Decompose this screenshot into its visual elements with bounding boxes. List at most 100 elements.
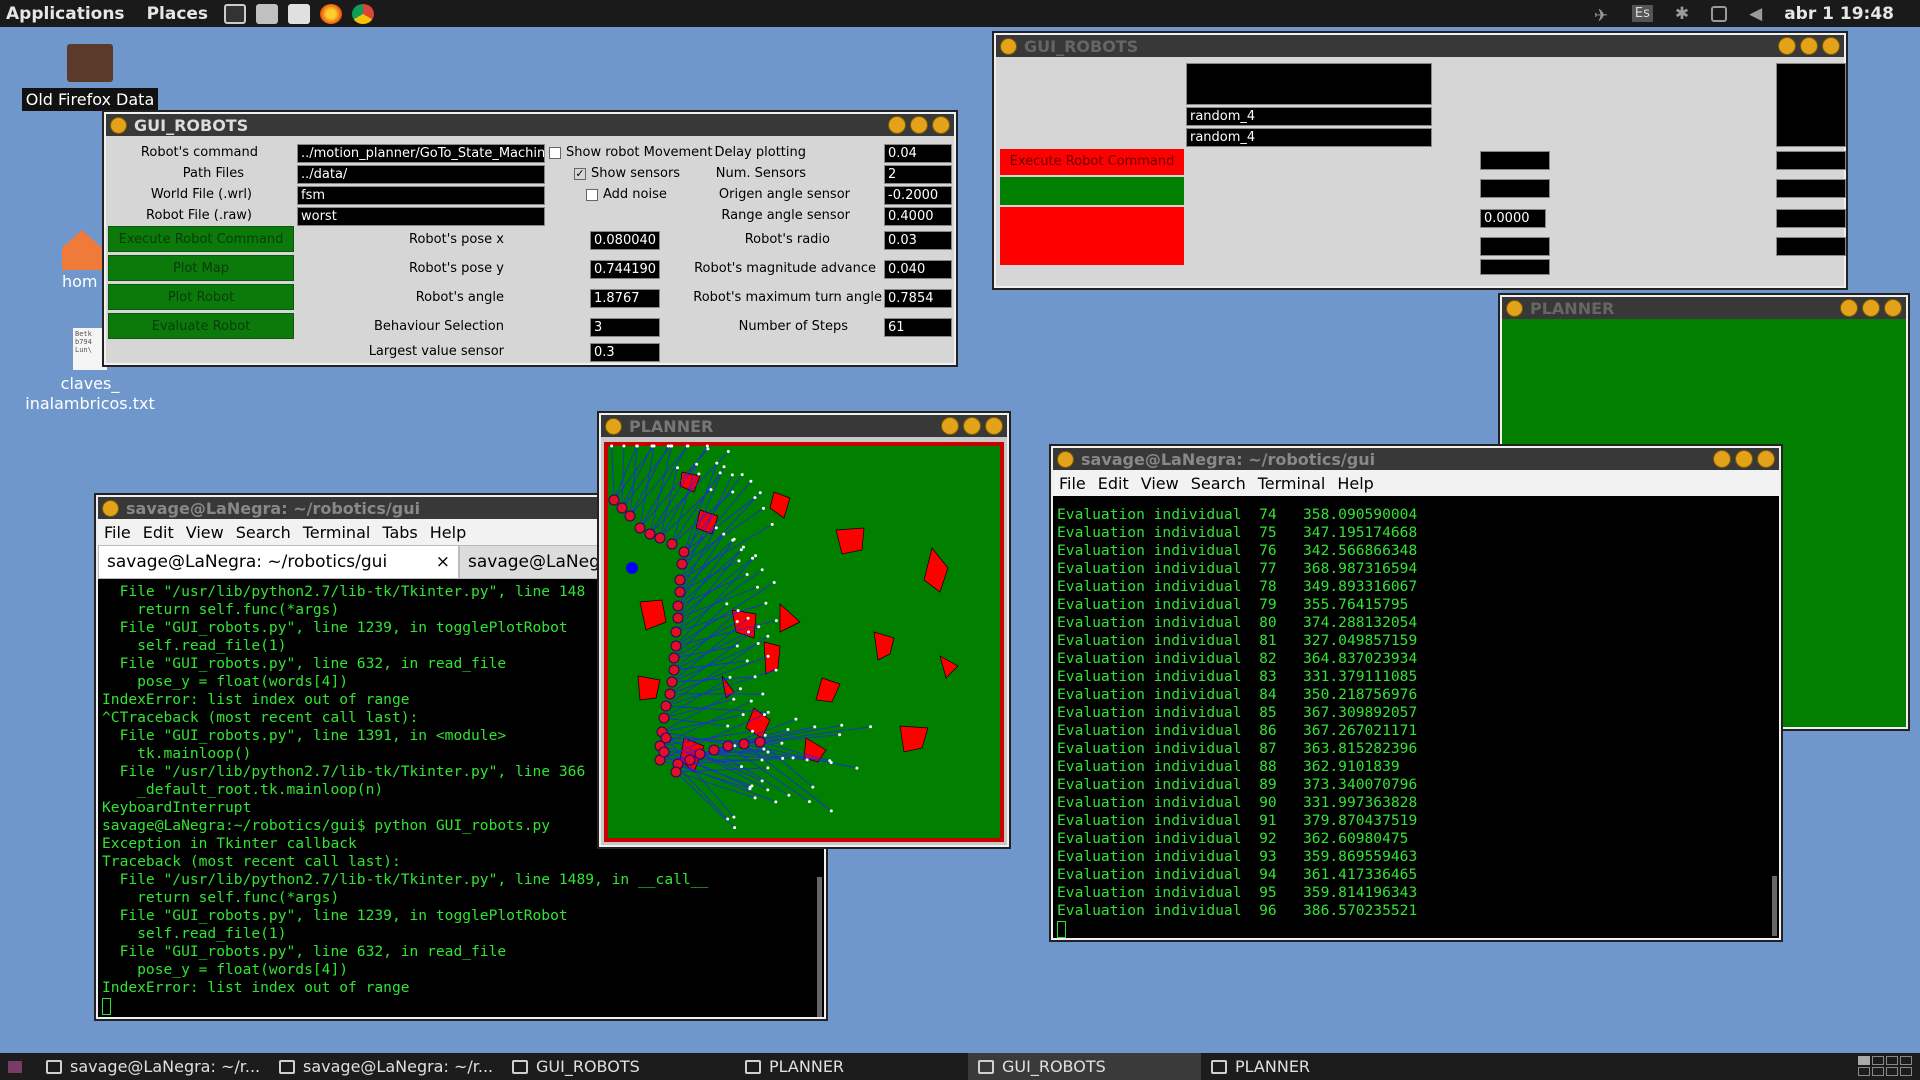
robot-file-input[interactable]: worst (297, 207, 545, 226)
terminal-launcher-icon[interactable] (224, 3, 247, 24)
secondary-field-2[interactable]: random_4 (1186, 128, 1432, 147)
max-turn-angle-value[interactable]: 0.7854 (884, 289, 952, 308)
minimize-icon[interactable] (1713, 450, 1731, 468)
window-titlebar[interactable]: PLANNER (601, 415, 1007, 437)
taskbar-item-gui-robots-2[interactable]: GUI_ROBOTS (968, 1053, 1201, 1080)
terminal-output[interactable]: Evaluation individual 74 358.090590004 Ev… (1057, 506, 1771, 938)
execute-robot-command-button-secondary[interactable]: Execute Robot Command (1000, 149, 1184, 175)
menu-file[interactable]: File (1059, 474, 1086, 493)
maximize-icon[interactable] (910, 116, 928, 134)
gui-robots-window-secondary[interactable]: GUI_ROBOTS random_4 random_4 Execute Rob… (992, 31, 1848, 290)
minimize-icon[interactable] (888, 116, 906, 134)
window-menu-icon[interactable] (1506, 300, 1523, 317)
menu-edit[interactable]: Edit (143, 523, 174, 542)
workspace-4[interactable] (1900, 1056, 1912, 1065)
window-menu-icon[interactable] (1057, 451, 1074, 468)
path-files-input[interactable]: ../data/ (297, 165, 545, 184)
window-titlebar[interactable]: savage@LaNegra: ~/robotics/gui (1053, 448, 1779, 470)
origen-angle-value[interactable]: -0.2000 (884, 186, 952, 205)
robots-radio-value[interactable]: 0.03 (884, 231, 952, 250)
taskbar-item-terminal-2[interactable]: savage@LaNegra: ~/r... (269, 1053, 502, 1080)
delay-plotting-value[interactable]: 0.04 (884, 144, 952, 163)
secondary-field-5[interactable] (1480, 237, 1550, 256)
pose-y-value[interactable]: 0.744190 (590, 260, 660, 279)
menu-view[interactable]: View (186, 523, 224, 542)
workspace-1[interactable] (1858, 1056, 1870, 1065)
close-icon[interactable] (1884, 299, 1902, 317)
window-titlebar[interactable]: PLANNER (1502, 297, 1906, 319)
terminal-window-right[interactable]: savage@LaNegra: ~/robotics/gui File Edit… (1049, 444, 1783, 942)
minimize-icon[interactable] (941, 417, 959, 435)
clock[interactable]: abr 1 19:48 (1784, 4, 1894, 24)
num-sensors-value[interactable]: 2 (884, 165, 952, 184)
checkbox-box-checked[interactable]: ✓ (574, 168, 586, 180)
network-icon[interactable]: ✈ (1594, 6, 1610, 26)
secondary-field-6[interactable] (1480, 259, 1550, 275)
number-of-steps-value[interactable]: 61 (884, 318, 952, 337)
window-titlebar[interactable]: GUI_ROBOTS (106, 114, 954, 136)
workspace-5[interactable] (1858, 1067, 1870, 1076)
chrome-launcher-icon[interactable] (352, 3, 375, 24)
robots-command-input[interactable]: ../motion_planner/GoTo_State_Machine (297, 144, 545, 163)
menu-help[interactable]: Help (1337, 474, 1373, 493)
range-angle-value[interactable]: 0.4000 (884, 207, 952, 226)
workspace-2[interactable] (1872, 1056, 1884, 1065)
terminal-tab-active[interactable]: savage@LaNegra: ~/robotics/gui × (98, 545, 459, 579)
magnitude-advance-value[interactable]: 0.040 (884, 260, 952, 279)
secondary-value-field[interactable]: 0.0000 (1480, 209, 1546, 228)
checkbox-box[interactable] (586, 189, 598, 201)
workspace-8[interactable] (1900, 1067, 1912, 1076)
bluetooth-icon[interactable]: ✱ (1675, 4, 1689, 24)
add-noise-checkbox[interactable]: Add noise (586, 186, 667, 204)
minimize-icon[interactable] (1840, 299, 1858, 317)
secondary-field-8[interactable] (1776, 179, 1846, 198)
applications-menu[interactable]: Applications (6, 4, 125, 24)
menu-file[interactable]: File (104, 523, 131, 542)
desktop-icon-home[interactable]: hom (62, 230, 106, 291)
close-icon[interactable] (932, 116, 950, 134)
menu-search[interactable]: Search (1191, 474, 1246, 493)
secondary-field-9[interactable] (1776, 209, 1846, 228)
secondary-field-1[interactable]: random_4 (1186, 107, 1432, 126)
window-menu-icon[interactable] (110, 117, 127, 134)
largest-value-sensor-value[interactable]: 0.3 (590, 343, 660, 362)
keyboard-layout-indicator[interactable]: Es (1631, 5, 1653, 22)
maximize-icon[interactable] (963, 417, 981, 435)
angle-value[interactable]: 1.8767 (590, 289, 660, 308)
workspace-6[interactable] (1872, 1067, 1884, 1076)
menu-terminal[interactable]: Terminal (1258, 474, 1326, 493)
volume-icon[interactable]: ◀ (1749, 4, 1762, 24)
secondary-field-4[interactable] (1480, 179, 1550, 198)
taskbar-item-planner-1[interactable]: PLANNER (735, 1053, 968, 1080)
pose-x-value[interactable]: 0.080040 (590, 231, 660, 250)
minimize-icon[interactable] (1778, 37, 1796, 55)
show-desktop-icon[interactable] (8, 1060, 22, 1073)
menu-view[interactable]: View (1141, 474, 1179, 493)
planner-canvas[interactable] (604, 442, 1004, 842)
secondary-field-7[interactable] (1776, 151, 1846, 170)
terminal-tab-2[interactable]: savage@LaNegr (459, 545, 609, 579)
places-menu[interactable]: Places (147, 4, 208, 24)
terminal-scrollbar[interactable] (817, 877, 822, 1017)
taskbar-item-terminal-1[interactable]: savage@LaNegra: ~/r... (36, 1053, 269, 1080)
window-menu-icon[interactable] (605, 418, 622, 435)
show-sensors-checkbox[interactable]: ✓ Show sensors (574, 165, 680, 183)
window-menu-icon[interactable] (102, 500, 119, 517)
close-icon[interactable] (1822, 37, 1840, 55)
secondary-field-3[interactable] (1480, 151, 1550, 170)
taskbar-item-gui-robots-1[interactable]: GUI_ROBOTS (502, 1053, 735, 1080)
menu-tabs[interactable]: Tabs (382, 523, 417, 542)
window-menu-icon[interactable] (1000, 38, 1017, 55)
close-icon[interactable] (1757, 450, 1775, 468)
menu-search[interactable]: Search (236, 523, 291, 542)
plot-map-button[interactable]: Plot Map (108, 255, 294, 281)
evaluate-robot-button[interactable]: Evaluate Robot (108, 313, 294, 339)
show-robot-movement-checkbox[interactable]: Show robot Movement (549, 144, 713, 162)
menu-edit[interactable]: Edit (1098, 474, 1129, 493)
behaviour-selection-value[interactable]: 3 (590, 318, 660, 337)
file-manager-launcher-icon[interactable] (256, 3, 279, 24)
taskbar-item-planner-2[interactable]: PLANNER (1201, 1053, 1434, 1080)
checkbox-box[interactable] (549, 147, 561, 159)
maximize-icon[interactable] (1862, 299, 1880, 317)
secondary-field-10[interactable] (1776, 237, 1846, 256)
